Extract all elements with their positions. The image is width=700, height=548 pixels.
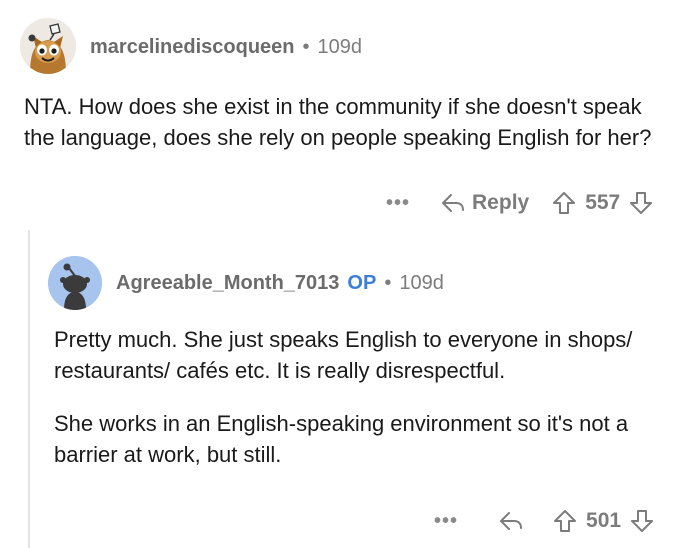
username[interactable]: Agreeable_Month_7013 (116, 272, 339, 295)
comment-paragraph: Pretty much. She just speaks English to … (54, 327, 633, 383)
comment-marcelinediscoqueen: marcelinediscoqueen • 109d NTA. How does… (0, 0, 700, 230)
comment-body: NTA. How does she exist in the community… (24, 91, 674, 153)
vote-controls: 557 (551, 190, 654, 216)
reply-label: Reply (472, 191, 530, 214)
vote-score: 557 (585, 191, 621, 214)
comment-meta: Agreeable_Month_7013 OP • 109d (116, 272, 444, 295)
reply-arrow-icon (498, 510, 524, 532)
downvote-arrow-icon[interactable] (628, 190, 654, 216)
username[interactable]: marcelinediscoqueen (90, 36, 295, 59)
comment-paragraph: NTA. How does she exist in the community… (24, 94, 652, 150)
downvote-arrow-icon[interactable] (629, 508, 655, 534)
comment-agreeable-month-7013: Agreeable_Month_7013 OP • 109d Pretty mu… (0, 230, 700, 548)
reply-button[interactable]: Reply (440, 191, 529, 215)
comment-actions: ••• 501 (434, 508, 655, 534)
upvote-arrow-icon[interactable] (551, 190, 577, 216)
vote-controls: 501 (552, 508, 655, 534)
comment-actions: ••• Reply 557 (386, 190, 654, 216)
upvote-arrow-icon[interactable] (552, 508, 578, 534)
cartoon-character-avatar-icon[interactable] (20, 18, 76, 74)
comment-body: Pretty much. She just speaks English to … (54, 324, 674, 470)
comment-age: 109d (317, 36, 363, 58)
op-badge: OP (347, 272, 377, 294)
separator-dot: • (302, 36, 310, 58)
reply-button[interactable] (498, 510, 524, 532)
more-options-icon[interactable]: ••• (386, 192, 410, 215)
more-options-icon[interactable]: ••• (434, 510, 458, 533)
separator-dot: • (384, 272, 392, 294)
reply-arrow-icon (440, 192, 466, 214)
snoo-avatar-icon[interactable] (48, 256, 102, 310)
comment-meta: marcelinediscoqueen • 109d (90, 36, 362, 59)
vote-score: 501 (586, 509, 622, 532)
comment-paragraph: She works in an English-speaking environ… (54, 411, 629, 467)
comment-age: 109d (399, 272, 444, 294)
